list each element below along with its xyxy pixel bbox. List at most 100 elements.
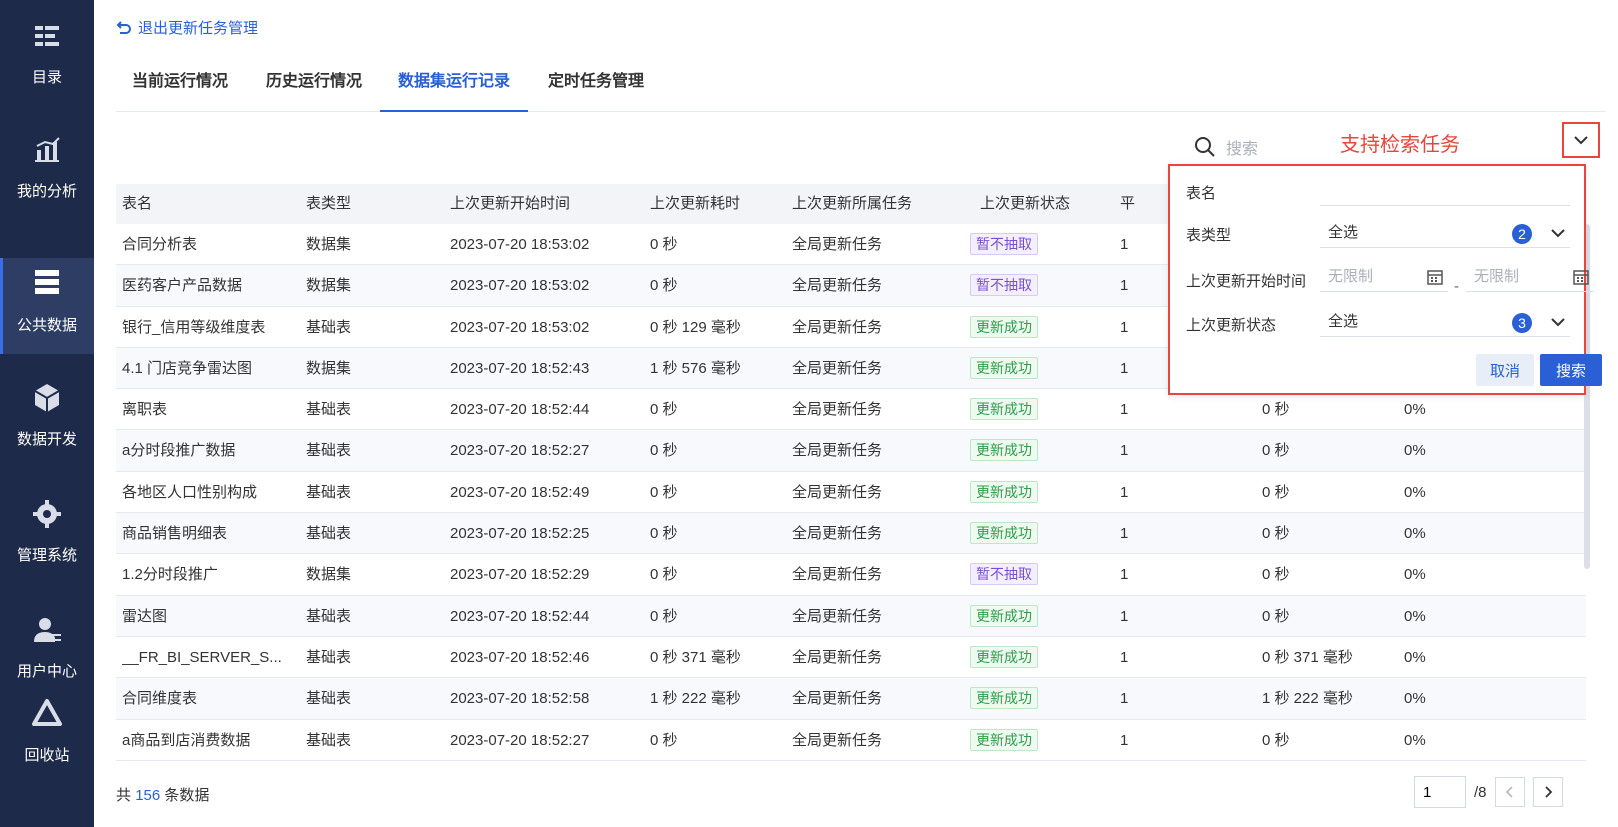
filter-status-select[interactable]: 全选 3 <box>1320 307 1570 337</box>
calendar-icon[interactable] <box>1426 268 1444 286</box>
sidebar-item-data-dev[interactable]: 数据开发 <box>0 368 94 464</box>
sidebar-item-label: 管理系统 <box>16 547 77 564</box>
cell-type: 基础表 <box>306 690 352 708</box>
next-page-button[interactable] <box>1532 777 1563 807</box>
filter-toggle-button[interactable] <box>1562 122 1600 158</box>
status-badge: 更新成功 <box>970 315 1038 338</box>
status-badge: 更新成功 <box>970 480 1038 503</box>
exit-task-management-link[interactable]: 退出更新任务管理 <box>114 17 258 38</box>
cell-task: 全局更新任务 <box>792 525 883 543</box>
filter-cancel-button[interactable]: 取消 <box>1476 354 1534 386</box>
status-badge: 更新成功 <box>970 645 1038 668</box>
cell-percent: 0% <box>1404 648 1426 666</box>
sidebar-item-label: 目录 <box>31 69 62 86</box>
search-input[interactable]: 搜索 <box>1226 135 1258 159</box>
column-header-status[interactable]: 上次更新状态 <box>980 184 1070 224</box>
sidebar-item-public-data[interactable]: 公共数据 <box>0 258 94 354</box>
table-row[interactable]: 合同维度表 基础表 2023-07-20 18:52:58 1 秒 222 毫秒 全局更… <box>116 678 1586 720</box>
cell-type: 基础表 <box>306 731 352 749</box>
sidebar-item-label: 数据开发 <box>16 431 77 448</box>
cell-duration: 1 秒 222 毫秒 <box>650 690 741 708</box>
cell-name: a商品到店消费数据 <box>122 731 251 749</box>
cell-status: 暂不抽取 <box>970 265 1110 306</box>
filter-time-separator: - <box>1454 278 1459 295</box>
calendar-icon[interactable] <box>1572 268 1590 286</box>
tab-history-run[interactable]: 历史运行情况 <box>266 60 362 112</box>
filter-type-value: 全选 <box>1328 224 1359 241</box>
column-header-duration[interactable]: 上次更新耗时 <box>650 184 740 224</box>
cell-status: 暂不抽取 <box>970 554 1110 595</box>
sidebar-item-recycle[interactable]: 回收站 <box>0 684 94 780</box>
cell-type: 数据集 <box>306 236 352 253</box>
catalog-icon <box>35 26 59 46</box>
cell-start-time: 2023-07-20 18:53:02 <box>450 236 590 253</box>
cell-count: 1 <box>1120 566 1129 584</box>
cell-duration: 0 秒 <box>650 483 678 501</box>
cell-percent: 0% <box>1404 401 1426 419</box>
page-number-input[interactable] <box>1414 776 1466 808</box>
cell-start-time: 2023-07-20 18:52:46 <box>450 648 590 666</box>
table-row[interactable]: 各地区人口性别构成 基础表 2023-07-20 18:52:49 0 秒 全局更新任务… <box>116 472 1586 514</box>
data-dev-icon <box>34 384 60 412</box>
sidebar-item-catalog[interactable]: 目录 <box>0 6 94 102</box>
cell-status: 更新成功 <box>970 596 1110 637</box>
cell-type: 基础表 <box>306 442 352 460</box>
total-number: 156 <box>135 787 161 804</box>
cell-type: 基础表 <box>306 648 352 666</box>
column-header-count[interactable]: 平 <box>1120 184 1135 224</box>
filter-type-label: 表类型 <box>1186 227 1232 244</box>
table-row[interactable]: 商品销售明细表 基础表 2023-07-20 18:52:25 0 秒 全局更新任务 更新… <box>116 513 1586 555</box>
filter-search-button[interactable]: 搜索 <box>1540 354 1602 386</box>
sidebar-item-label: 用户中心 <box>16 663 77 680</box>
filter-time-from-input[interactable]: 无限制 <box>1320 262 1448 292</box>
chevron-down-icon <box>1551 229 1565 238</box>
sidebar-item-user-center[interactable]: 用户中心 <box>0 600 94 696</box>
chevron-down-icon <box>1574 136 1588 145</box>
tab-dataset-run-records[interactable]: 数据集运行记录 <box>380 60 529 112</box>
cell-name: 1.2分时段推广 <box>122 566 218 584</box>
cell-count: 1 <box>1120 525 1129 543</box>
cell-name: 银行_信用等级维度表 <box>122 318 266 336</box>
filter-type-count-badge: 2 <box>1512 224 1532 244</box>
cell-name: __FR_BI_SERVER_S... <box>122 648 282 666</box>
cell-avg-duration: 0 秒 <box>1262 401 1290 419</box>
cell-percent: 0% <box>1404 690 1426 708</box>
cell-avg-duration: 0 秒 <box>1262 483 1290 501</box>
tab-scheduled-tasks[interactable]: 定时任务管理 <box>548 60 644 112</box>
table-row[interactable]: 雷达图 基础表 2023-07-20 18:52:44 0 秒 全局更新任务 更新成功 1 0… <box>116 595 1586 637</box>
filter-time-to-input[interactable]: 无限制 <box>1466 262 1594 292</box>
column-header-start-time[interactable]: 上次更新开始时间 <box>450 184 570 224</box>
column-header-name[interactable]: 表名 <box>122 184 152 224</box>
filter-panel: 表名 表类型 全选 2 上次更新开始时间 无限制 - 无限制 上次更新状态 全选… <box>1168 164 1602 395</box>
cell-count: 1 <box>1120 607 1129 625</box>
status-badge: 更新成功 <box>970 604 1038 627</box>
status-badge: 更新成功 <box>970 356 1038 379</box>
table-row[interactable]: 1.2分时段推广 数据集 2023-07-20 18:52:29 0 秒 全局更新任务 暂… <box>116 554 1586 596</box>
cell-percent: 0% <box>1404 442 1426 460</box>
filter-type-select[interactable]: 全选 2 <box>1320 218 1570 248</box>
sidebar-item-my-analysis[interactable]: 我的分析 <box>0 120 94 216</box>
filter-time-from-placeholder: 无限制 <box>1328 268 1374 285</box>
column-header-task[interactable]: 上次更新所属任务 <box>792 184 912 224</box>
table-row[interactable]: a分时段推广数据 基础表 2023-07-20 18:52:27 0 秒 全局更新任务 更… <box>116 430 1586 472</box>
sidebar: 目录 我的分析 公共数据 数据开发 管理系统 用户中心 回收站 <box>0 0 94 827</box>
search-bar[interactable]: 搜索 <box>1194 130 1258 164</box>
filter-name-input[interactable] <box>1320 176 1570 206</box>
analysis-icon <box>35 137 60 162</box>
cell-start-time: 2023-07-20 18:52:43 <box>450 359 590 377</box>
cell-duration: 0 秒 <box>650 566 678 584</box>
cell-start-time: 2023-07-20 18:52:29 <box>450 566 590 584</box>
table-row[interactable]: 离职表 基础表 2023-07-20 18:52:44 0 秒 全局更新任务 更新成功 1 0… <box>116 389 1586 431</box>
sidebar-item-management[interactable]: 管理系统 <box>0 484 94 580</box>
chevron-left-icon <box>1505 786 1513 798</box>
total-prefix: 共 <box>116 787 132 804</box>
gear-icon <box>33 500 61 528</box>
filter-status-value: 全选 <box>1328 313 1359 330</box>
cell-count: 1 <box>1120 401 1129 419</box>
prev-page-button[interactable] <box>1494 777 1525 807</box>
tab-current-run[interactable]: 当前运行情况 <box>132 60 228 112</box>
table-row[interactable]: __FR_BI_SERVER_S... 基础表 2023-07-20 18:52:4… <box>116 637 1586 679</box>
cell-task: 全局更新任务 <box>792 277 883 295</box>
table-row[interactable]: a商品到店消费数据 基础表 2023-07-20 18:52:27 0 秒 全局更新任务… <box>116 720 1586 761</box>
column-header-type[interactable]: 表类型 <box>306 184 351 224</box>
